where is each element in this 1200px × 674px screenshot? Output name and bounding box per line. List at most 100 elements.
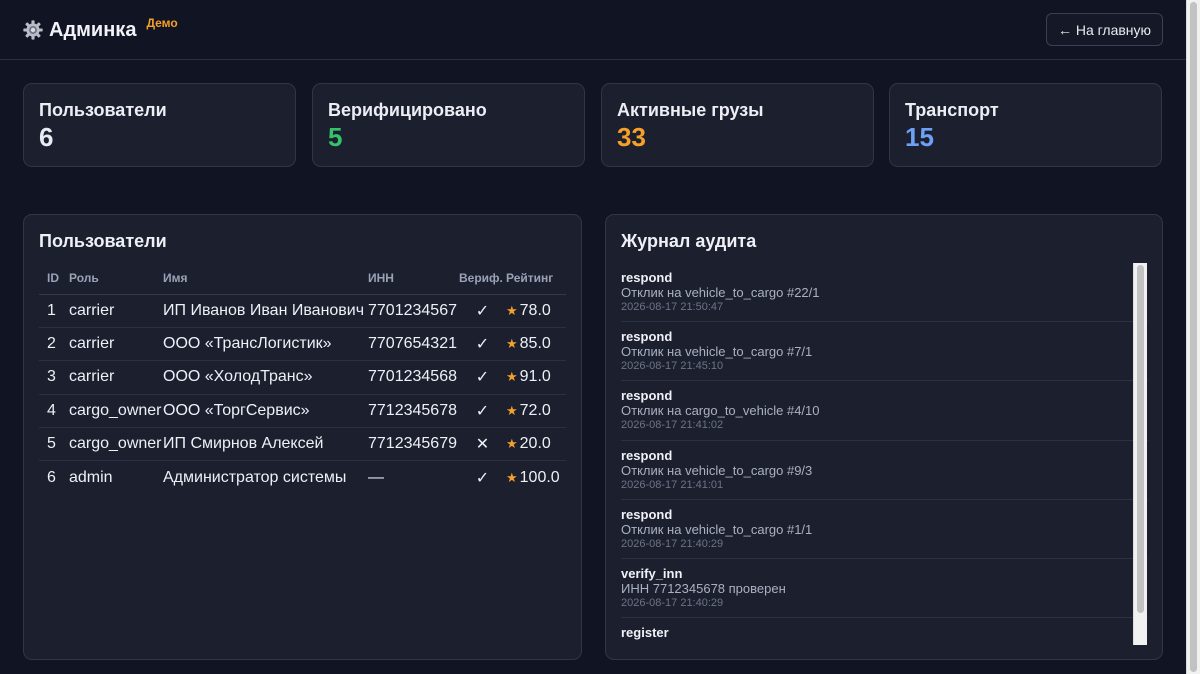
- table-row: 3 carrier ООО «ХолодТранс» 7701234568 ✓ …: [39, 360, 566, 395]
- audit-timestamp: 2026-08-17 21:50:47: [621, 301, 724, 313]
- audit-timestamp: 2026-08-17 21:45:10: [621, 360, 724, 373]
- stat-label: Пользователи: [39, 100, 167, 120]
- rating-value: 78.0: [519, 301, 551, 319]
- audit-action: respond: [621, 506, 673, 522]
- gear-icon: [23, 20, 43, 40]
- audit-timestamp: 2026-08-17 21:40:29: [621, 537, 724, 550]
- stat-value: 33: [617, 122, 646, 152]
- list-item: respond Отклик на vehicle_to_cargo #9/3 …: [621, 441, 1148, 500]
- page-scrollbar[interactable]: [1186, 0, 1200, 674]
- rating-value: 91.0: [519, 368, 551, 386]
- audit-description: Отклик на vehicle_to_cargo #22/1: [621, 285, 820, 300]
- users-panel-title: Пользователи: [39, 231, 167, 251]
- audit-timestamp: 2026-08-17 21:41:01: [621, 478, 724, 491]
- stat-label: Активные грузы: [617, 100, 764, 120]
- cell-id: 5: [39, 427, 69, 462]
- rating-value: 20.0: [519, 435, 551, 453]
- cell-rating: ★ 91.0: [506, 360, 566, 395]
- audit-description: ИНН 7712345678 проверен: [621, 580, 786, 596]
- star-icon: ★: [506, 369, 518, 385]
- home-button[interactable]: ← На главную: [1046, 13, 1163, 46]
- star-icon: ★: [506, 402, 518, 418]
- list-item: respond Отклик на cargo_to_vehicle #4/10…: [621, 381, 1148, 441]
- cell-role: cargo_owner: [69, 427, 163, 462]
- cell-verified: ✓: [459, 327, 506, 362]
- stat-card-active-cargo: Активные грузы 33: [601, 83, 874, 167]
- cell-rating: ★ 78.0: [506, 294, 566, 328]
- stat-label: Верифицировано: [328, 100, 487, 120]
- audit-description: Отклик на vehicle_to_cargo #9/3: [621, 462, 813, 478]
- cell-id: 4: [39, 394, 69, 429]
- page-scrollbar-thumb[interactable]: [1190, 2, 1197, 672]
- stat-card-verified: Верифицировано 5: [312, 83, 585, 167]
- star-icon: ★: [506, 336, 518, 352]
- col-header-verified: Вериф.: [459, 263, 506, 295]
- cell-inn: 7712345679: [368, 427, 459, 462]
- stat-value: 15: [905, 122, 934, 152]
- cell-name: ИП Смирнов Алексей: [163, 427, 368, 462]
- audit-scrollbar-thumb[interactable]: [1137, 265, 1144, 613]
- list-item: register: [621, 618, 1148, 645]
- col-header-name: Имя: [163, 263, 368, 295]
- stat-label: Транспорт: [905, 100, 999, 120]
- cell-id: 6: [47, 468, 56, 486]
- audit-action: respond: [621, 329, 673, 345]
- audit-action: respond: [621, 270, 673, 285]
- cell-role: admin: [69, 468, 113, 486]
- demo-badge: Демо: [146, 16, 178, 30]
- list-item: respond Отклик на vehicle_to_cargo #7/1 …: [621, 322, 1148, 382]
- audit-description: Отклик на vehicle_to_cargo #7/1: [621, 344, 813, 360]
- cell-id: 1: [39, 294, 69, 328]
- table-row: 6 admin Администратор системы — ✓ ★ 100.0: [39, 461, 566, 494]
- col-header-inn: ИНН: [368, 263, 459, 295]
- brand: Админка Демо: [22, 16, 178, 43]
- list-item: respond Отклик на vehicle_to_cargo #22/1…: [621, 263, 1148, 323]
- table-row: 2 carrier ООО «ТрансЛогистик» 7707654321…: [39, 327, 566, 362]
- top-bar: Админка Демо ← На главную: [0, 0, 1186, 60]
- rating-value: 100.0: [519, 468, 560, 486]
- stat-value: 6: [39, 122, 54, 152]
- table-row: 4 cargo_owner ООО «ТоргСервис» 771234567…: [39, 394, 566, 429]
- cell-name: ООО «ХолодТранс»: [163, 360, 368, 395]
- audit-action: register: [621, 625, 669, 641]
- audit-scrollbar[interactable]: [1133, 263, 1147, 645]
- cell-rating: ★ 85.0: [506, 327, 566, 362]
- audit-panel-title: Журнал аудита: [621, 231, 757, 251]
- cell-name: ООО «ТоргСервис»: [163, 394, 368, 429]
- audit-description: Отклик на cargo_to_vehicle #4/10: [621, 403, 820, 419]
- audit-timestamp: 2026-08-17 21:41:02: [621, 419, 724, 432]
- stat-card-users: Пользователи 6: [23, 83, 296, 167]
- cell-name: ИП Иванов Иван Иванович: [163, 294, 368, 328]
- stat-card-transport: Транспорт 15: [889, 83, 1162, 167]
- table-row: 1 carrier ИП Иванов Иван Иванович 770123…: [39, 294, 566, 328]
- cell-rating: ★ 72.0: [506, 394, 566, 429]
- cell-role: cargo_owner: [69, 394, 163, 429]
- cell-role: carrier: [69, 294, 163, 328]
- cell-inn: 7701234568: [368, 360, 459, 395]
- admin-page: Админка Демо ← На главную Пользователи 6…: [0, 0, 1200, 674]
- audit-action: respond: [621, 447, 673, 463]
- users-table: ID Роль Имя ИНН Вериф. Рейтинг 1 carrier…: [39, 263, 566, 494]
- rating-value: 85.0: [519, 335, 551, 353]
- cell-rating: ★ 20.0: [506, 427, 566, 462]
- cell-id: 2: [39, 327, 69, 362]
- star-icon: ★: [506, 469, 518, 485]
- audit-action: verify_inn: [621, 565, 683, 581]
- app-title: Админка: [49, 19, 137, 41]
- cell-inn: 7707654321: [368, 327, 459, 362]
- cell-verified: ✓: [459, 360, 506, 395]
- col-header-id: ID: [39, 263, 69, 295]
- users-table-header: ID Роль Имя ИНН Вериф. Рейтинг: [39, 263, 566, 295]
- star-icon: ★: [506, 302, 518, 318]
- audit-list[interactable]: respond Отклик на vehicle_to_cargo #22/1…: [621, 263, 1148, 645]
- cell-role: carrier: [69, 360, 163, 395]
- cell-id: 3: [39, 360, 69, 395]
- cell-rating: ★ 100.0: [506, 461, 566, 494]
- cell-verified: ✓: [459, 394, 506, 429]
- table-row: 5 cargo_owner ИП Смирнов Алексей 7712345…: [39, 427, 566, 462]
- cell-name: ООО «ТрансЛогистик»: [163, 327, 368, 362]
- rating-value: 72.0: [519, 401, 551, 419]
- cell-verified: ✓: [459, 294, 506, 328]
- audit-description: Отклик на vehicle_to_cargo #1/1: [621, 521, 813, 537]
- col-header-role: Роль: [69, 263, 163, 295]
